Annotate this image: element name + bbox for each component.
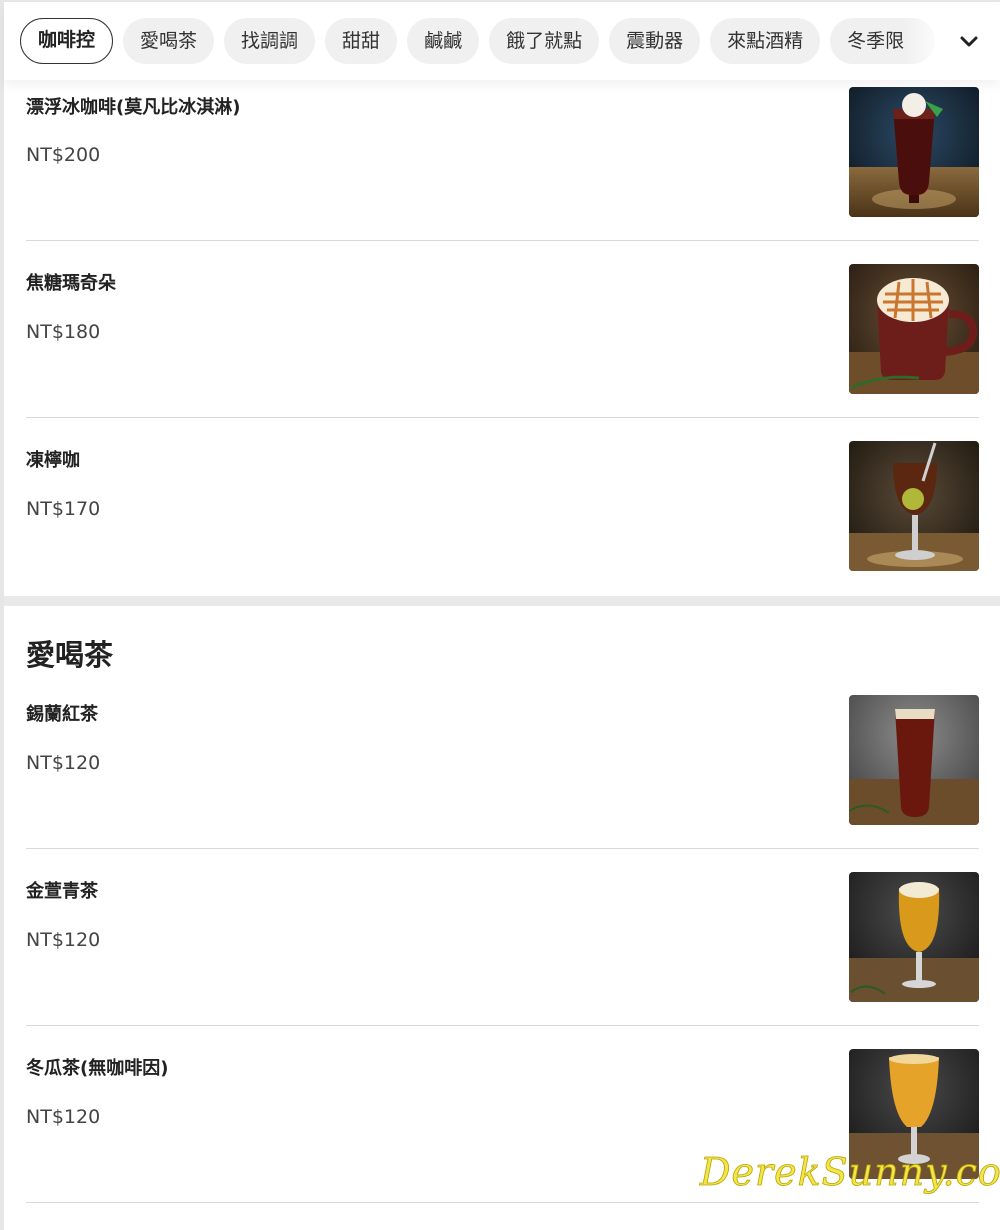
item-name: 焦糖瑪奇朵 <box>26 273 116 294</box>
item-price: NT$120 <box>26 929 101 951</box>
category-tabs: 咖啡控 愛喝茶 找調調 甜甜 鹹鹹 餓了就點 震動器 來點酒精 冬季限 <box>20 18 955 66</box>
chevron-down-icon <box>960 36 978 47</box>
section-title: 愛喝茶 <box>26 638 114 672</box>
section-divider <box>4 596 1000 606</box>
menu-item[interactable]: 金萱青茶 NT$120 <box>26 849 979 1026</box>
tab-tea[interactable]: 愛喝茶 <box>123 18 215 64</box>
expand-tabs-button[interactable] <box>949 24 989 60</box>
tab-fade <box>904 18 954 66</box>
item-photo <box>849 441 979 571</box>
item-price: NT$170 <box>26 498 101 520</box>
menu-item[interactable]: 漂浮冰咖啡(莫凡比冰淇淋) NT$200 <box>26 80 979 241</box>
tab-meals[interactable]: 餓了就點 <box>489 18 600 64</box>
item-name: 漂浮冰咖啡(莫凡比冰淇淋) <box>26 97 241 118</box>
item-name: 冬瓜茶(無咖啡因) <box>26 1058 169 1079</box>
item-price: NT$120 <box>26 1106 101 1128</box>
menu-item[interactable]: 凍檸咖 NT$170 <box>26 418 979 596</box>
item-name: 錫蘭紅茶 <box>26 704 98 725</box>
tab-shakes[interactable]: 震動器 <box>609 18 701 64</box>
menu-item[interactable]: 焦糖瑪奇朵 NT$180 <box>26 241 979 418</box>
tab-coffee[interactable]: 咖啡控 <box>20 18 114 64</box>
tab-savory[interactable]: 鹹鹹 <box>407 18 480 64</box>
item-price: NT$120 <box>26 752 101 774</box>
item-photo <box>849 87 979 217</box>
category-tab-bar: 咖啡控 愛喝茶 找調調 甜甜 鹹鹹 餓了就點 震動器 來點酒精 冬季限 <box>4 2 1000 80</box>
item-price: NT$180 <box>26 321 101 343</box>
item-price: NT$200 <box>26 144 101 166</box>
menu-item[interactable]: 錫蘭紅茶 NT$120 <box>26 672 979 849</box>
item-photo <box>849 264 979 394</box>
watermark: DerekSunny.com <box>700 1150 1000 1195</box>
tab-alcohol[interactable]: 來點酒精 <box>710 18 821 64</box>
item-photo <box>849 872 979 1002</box>
item-name: 凍檸咖 <box>26 450 80 471</box>
tab-sweet[interactable]: 甜甜 <box>325 18 398 64</box>
tab-mixed[interactable]: 找調調 <box>224 18 316 64</box>
item-photo <box>849 695 979 825</box>
item-name: 金萱青茶 <box>26 881 98 902</box>
